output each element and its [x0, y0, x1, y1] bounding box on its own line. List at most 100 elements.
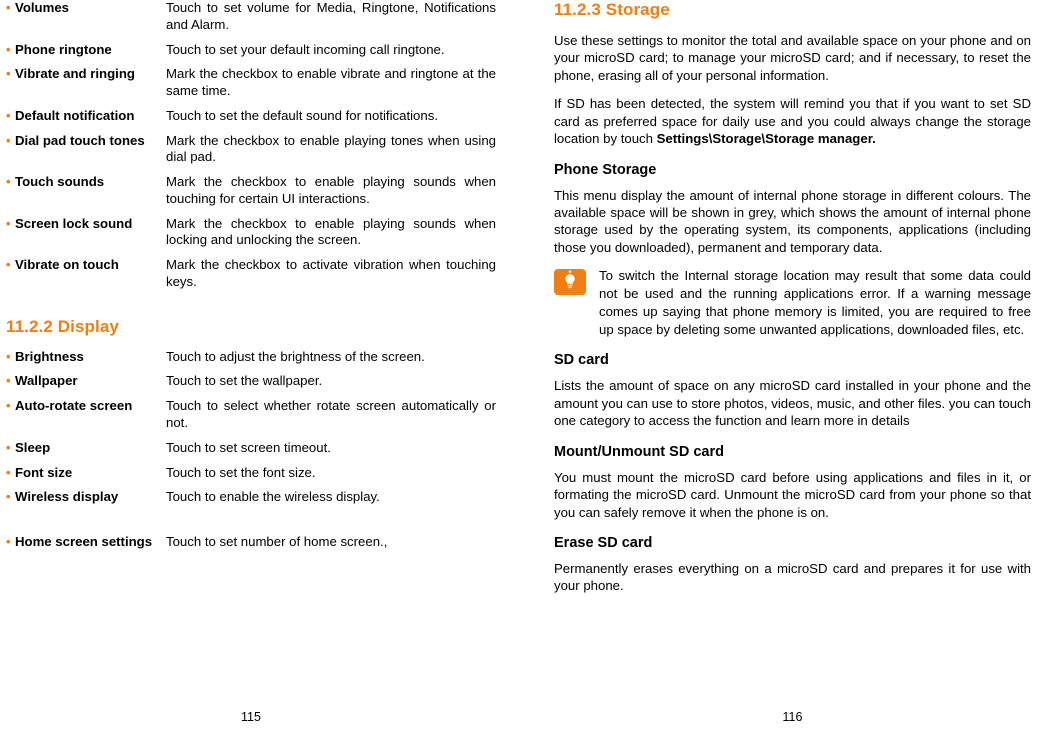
storage-section-heading: 11.2.3 Storage [554, 0, 1031, 20]
term-label: Volumes [15, 0, 69, 15]
bullet-icon: • [6, 534, 11, 550]
table-row: • Vibrate on touch Mark the checkbox to a… [6, 257, 496, 299]
desc-cell: Mark the checkbox to enable playing soun… [166, 174, 496, 206]
desc-cell: Touch to set number of home screen., [166, 534, 388, 550]
storage-intro-paragraph: Use these settings to monitor the total … [554, 33, 1031, 83]
term-cell: • Sleep [6, 440, 166, 465]
table-row: • Wallpaper Touch to set the wallpaper. [6, 373, 496, 398]
desc-cell: Touch to set the default sound for notif… [166, 107, 438, 123]
table-row: • Touch sounds Mark the checkbox to enabl… [6, 174, 496, 216]
term-cell: • Screen lock sound [6, 216, 166, 258]
desc-cell: Touch to set the wallpaper. [166, 373, 323, 389]
right-page: 11.2.3 Storage Use these settings to mon… [530, 0, 1061, 730]
note-callout: To switch the Internal storage location … [554, 267, 1031, 338]
term-cell: • Volumes [6, 0, 166, 42]
note-text: To switch the Internal storage location … [599, 268, 1031, 337]
left-page: • Volumes Touch to set volume for Media, … [0, 0, 530, 730]
term-label: Screen lock sound [15, 215, 133, 231]
term-label: Font size [15, 464, 73, 480]
bullet-icon: • [6, 489, 11, 505]
table-row: • Volumes Touch to set volume for Media, … [6, 0, 496, 42]
table-row: • Sleep Touch to set screen timeout. [6, 440, 496, 465]
desc-cell: Mark the checkbox to enable playing soun… [166, 215, 496, 248]
term-cell: • Wallpaper [6, 373, 166, 398]
table-row: • Default notification Touch to set the d… [6, 108, 496, 133]
table-row: • Auto-rotate screen Touch to select whet… [6, 398, 496, 440]
term-label: Dial pad touch tones [15, 132, 145, 148]
desc-cell: Touch to set screen timeout. [166, 439, 331, 455]
bullet-icon: • [6, 348, 11, 364]
term-label: Home screen settings [15, 534, 153, 550]
desc-cell: Touch to adjust the brightness of the sc… [166, 348, 425, 364]
term-cell: • Auto-rotate screen [6, 398, 166, 440]
page-number-left: 115 [241, 710, 261, 724]
table-row: • Home screen settings Touch to set numbe… [6, 514, 496, 559]
term-cell: • Vibrate on touch [6, 257, 166, 299]
bullet-icon: • [6, 174, 11, 190]
table-row: • Dial pad touch tones Mark the checkbox … [6, 133, 496, 175]
bullet-icon: • [6, 215, 11, 231]
table-row: • Screen lock sound Mark the checkbox to … [6, 216, 496, 258]
section-number: 11.2.3 [554, 0, 601, 19]
table-row: • Wireless display Touch to enable the wi… [6, 489, 496, 514]
section-title: Storage [605, 0, 670, 19]
term-label: Sleep [15, 439, 51, 455]
mount-unmount-heading: Mount/Unmount SD card [554, 443, 724, 460]
term-label: Wallpaper [15, 373, 78, 389]
term-label: Auto-rotate screen [15, 398, 133, 414]
desc-cell: Mark the checkbox to enable playing tone… [166, 132, 496, 165]
sound-settings-table: • Volumes Touch to set volume for Media, … [6, 0, 496, 299]
mount-unmount-body: You must mount the microSD card before u… [554, 469, 1031, 520]
bullet-icon: • [6, 107, 11, 123]
table-row: • Brightness Touch to adjust the brightne… [6, 349, 496, 374]
term-cell: • Default notification [6, 108, 166, 133]
term-label: Default notification [15, 107, 135, 123]
term-label: Brightness [15, 348, 84, 364]
table-row: • Font size Touch to set the font size. [6, 465, 496, 490]
phone-storage-body: This menu display the amount of internal… [554, 187, 1031, 255]
desc-cell: Touch to set volume for Media, Ringtone,… [166, 0, 496, 32]
term-label: Vibrate and ringing [15, 66, 135, 82]
desc-cell: Mark the checkbox to enable vibrate and … [166, 66, 496, 99]
display-section-heading: 11.2.2 Display [6, 317, 496, 337]
term-label: Vibrate on touch [15, 257, 119, 273]
bullet-icon: • [6, 398, 11, 414]
desc-cell: Touch to set your default incoming call … [166, 41, 445, 57]
document-spread: • Volumes Touch to set volume for Media, … [0, 0, 1061, 730]
bullet-icon: • [6, 257, 11, 273]
term-cell: • Dial pad touch tones [6, 133, 166, 175]
term-label: Wireless display [15, 489, 119, 505]
sd-card-heading: SD card [554, 352, 609, 369]
term-cell: • Font size [6, 465, 166, 490]
term-label: Phone ringtone [15, 41, 112, 57]
term-cell: • Touch sounds [6, 174, 166, 216]
bullet-icon: • [6, 373, 11, 389]
phone-storage-heading: Phone Storage [554, 161, 657, 178]
desc-cell: Touch to select whether rotate screen au… [166, 398, 496, 431]
bullet-icon: • [6, 0, 11, 15]
bullet-icon: • [6, 66, 11, 82]
desc-cell: Touch to set the font size. [166, 464, 316, 480]
term-cell: • Vibrate and ringing [6, 66, 166, 108]
term-cell: • Brightness [6, 349, 166, 374]
term-cell: • Wireless display [6, 489, 166, 514]
sd-card-body: Lists the amount of space on any microSD… [554, 378, 1031, 429]
term-cell: • Phone ringtone [6, 42, 166, 67]
display-settings-table: • Brightness Touch to adjust the brightne… [6, 349, 496, 559]
desc-cell: Touch to enable the wireless display. [166, 489, 380, 505]
bullet-icon: • [6, 439, 11, 455]
bullet-icon: • [6, 464, 11, 480]
page-number-right: 116 [782, 710, 803, 724]
bullet-icon: • [6, 132, 11, 148]
section-number: 11.2.2 [6, 316, 53, 336]
desc-cell: Mark the checkbox to activate vibration … [166, 257, 496, 289]
sd-detected-path: Settings\Storage\Storage manager. [656, 131, 876, 147]
erase-sd-body: Permanently erases everything on a micro… [554, 561, 1031, 594]
term-cell: • Home screen settings [6, 514, 166, 559]
table-row: • Phone ringtone Touch to set your defaul… [6, 42, 496, 67]
section-title: Display [57, 316, 119, 336]
bullet-icon: • [6, 41, 11, 57]
light-bulb-icon [554, 269, 586, 296]
table-row: • Vibrate and ringing Mark the checkbox t… [6, 66, 496, 108]
sd-detected-paragraph: If SD has been detected, the system will… [554, 95, 1031, 147]
